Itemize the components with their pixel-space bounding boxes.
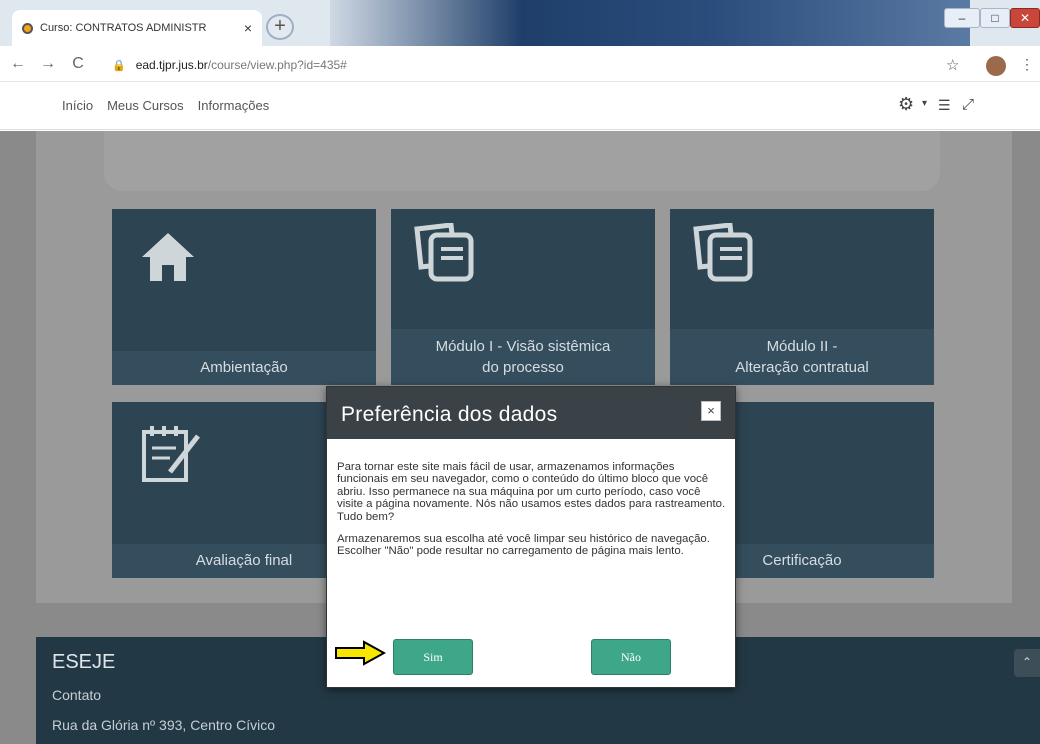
drawer-toggle-icon[interactable]: ☰	[938, 97, 951, 114]
dialog-body: Para tornar este site mais fácil de usar…	[337, 461, 727, 568]
tile-ambientacao[interactable]: Ambientação	[112, 209, 376, 385]
footer-brand: ESEJE	[52, 651, 116, 673]
tile-modulo-1[interactable]: Módulo I - Visão sistêmica do processo	[391, 209, 655, 385]
titlebar-background	[330, 0, 970, 46]
lock-icon: 🔒	[112, 59, 126, 72]
scroll-to-top-button[interactable]: ⌃	[1014, 649, 1040, 677]
document-icon	[411, 222, 481, 290]
chevron-down-icon[interactable]: ▾	[922, 98, 927, 109]
data-preference-dialog: Preferência dos dados × Para tornar este…	[326, 386, 736, 688]
window-minimize-button[interactable]: –	[944, 8, 980, 28]
url-host: ead.tjpr.jus.br	[135, 58, 208, 72]
no-button[interactable]: Não	[591, 639, 671, 675]
course-header-block	[104, 131, 940, 191]
dialog-paragraph-2: Armazenaremos sua escolha até você limpa…	[337, 533, 710, 558]
back-icon[interactable]: ←	[6, 55, 30, 73]
window-close-button[interactable]: ✕	[1010, 8, 1040, 28]
footer-contact-heading: Contato	[52, 687, 102, 703]
site-favicon-icon	[22, 22, 33, 34]
tile-label: Ambientação	[112, 351, 376, 385]
tile-label-line2: Alteração contratual	[735, 359, 869, 376]
window-maximize-button[interactable]: □	[980, 8, 1010, 28]
checklist-edit-icon	[140, 422, 210, 489]
tile-label: Módulo I - Visão sistêmica do processo	[391, 329, 655, 385]
gear-icon[interactable]: ⚙	[898, 94, 914, 115]
profile-avatar[interactable]	[986, 56, 1006, 76]
pointer-arrow-icon	[335, 640, 386, 666]
tile-label-line1: Módulo II -	[766, 338, 838, 355]
new-tab-button[interactable]: +	[266, 14, 294, 40]
footer-address: Rua da Glória nº 393, Centro Cívico	[52, 717, 276, 733]
nav-item-informacoes[interactable]: Informações	[198, 98, 270, 113]
url-field[interactable]: 🔒 ead.tjpr.jus.br /course/view.php?id=43…	[112, 54, 972, 76]
dialog-paragraph-1: Para tornar este site mais fácil de usar…	[337, 461, 726, 523]
tab-close-icon[interactable]: ×	[244, 20, 252, 36]
tab-title: Curso: CONTRATOS ADMINISTR	[40, 22, 207, 34]
nav-item-meus-cursos[interactable]: Meus Cursos	[107, 98, 184, 113]
tile-label: Módulo II - Alteração contratual	[670, 329, 934, 385]
document-icon	[690, 222, 760, 290]
dialog-close-button[interactable]: ×	[701, 401, 721, 421]
tile-label-line1: Módulo I - Visão sistêmica	[435, 338, 611, 355]
address-bar-row: ← → C 🔒 ead.tjpr.jus.br /course/view.php…	[0, 46, 1040, 82]
reload-icon[interactable]: C	[66, 55, 90, 73]
yes-button[interactable]: Sim	[393, 639, 473, 675]
site-navbar: Início Meus Cursos Informações ⚙ ▾ ☰ ⤢	[0, 82, 1040, 130]
browser-menu-icon[interactable]: ⋮	[1020, 56, 1034, 73]
browser-titlebar: Curso: CONTRATOS ADMINISTR × + – □ ✕	[0, 0, 1040, 46]
url-path: /course/view.php?id=435#	[207, 58, 347, 72]
tile-modulo-2[interactable]: Módulo II - Alteração contratual	[670, 209, 934, 385]
home-icon	[140, 229, 196, 290]
bookmark-star-icon[interactable]: ☆	[946, 56, 959, 74]
browser-tab[interactable]: Curso: CONTRATOS ADMINISTR ×	[12, 10, 262, 46]
forward-icon[interactable]: →	[36, 55, 60, 73]
dialog-title: Preferência dos dados	[327, 387, 735, 439]
tile-label-line2: do processo	[482, 359, 564, 376]
nav-item-inicio[interactable]: Início	[62, 98, 93, 113]
fullscreen-icon[interactable]: ⤢	[962, 96, 974, 113]
